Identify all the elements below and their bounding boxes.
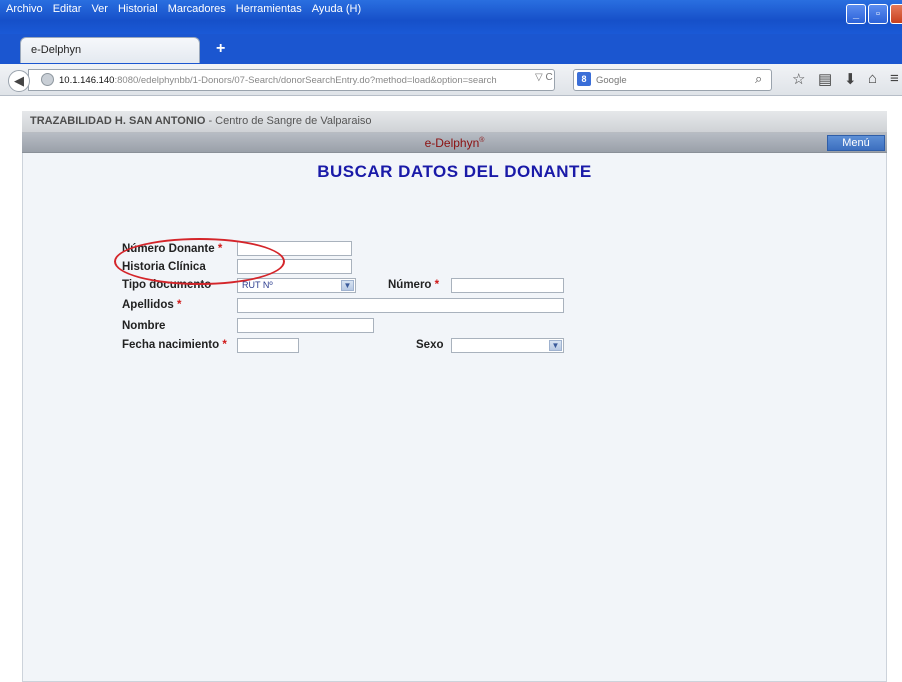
apellidos-input[interactable] [237, 298, 564, 313]
sexo-select[interactable]: ▼ [451, 338, 564, 353]
fecha-nacimiento-input[interactable] [237, 338, 299, 353]
new-tab-button[interactable]: + [216, 40, 225, 58]
nombre-input[interactable] [237, 318, 374, 333]
browser-tab[interactable]: e-Delphyn [20, 37, 200, 63]
browser-title-bar: Archivo Editar Ver Historial Marcadores … [0, 0, 902, 34]
required-marker: * [222, 339, 227, 351]
menu-editar[interactable]: Editar [53, 3, 82, 19]
menu-button[interactable]: Menú [827, 135, 885, 151]
maximize-icon[interactable]: ▫ [868, 4, 888, 24]
menu-marcadores[interactable]: Marcadores [168, 3, 226, 19]
fecha-nacimiento-label: Fecha nacimiento * [122, 339, 227, 351]
search-engine-icon[interactable]: 8 [577, 72, 591, 86]
download-icon[interactable]: ⬇ [844, 70, 857, 88]
required-marker: * [434, 279, 440, 291]
registered-mark: ® [479, 137, 485, 144]
back-arrow-icon[interactable]: ◀ [8, 70, 30, 92]
page-title: BUSCAR DATOS DEL DONANTE [317, 162, 592, 181]
reload-icon[interactable]: ▽ C [535, 72, 553, 83]
numero-label: Número * [388, 279, 439, 291]
minimize-icon[interactable]: _ [846, 4, 866, 24]
hamburger-menu-icon[interactable]: ≡ [890, 70, 899, 87]
nombre-label: Nombre [122, 320, 166, 332]
product-bar: e-Delphyn® [22, 133, 887, 153]
tipo-documento-selected: RUT Nº [242, 280, 273, 290]
tab-title: e-Delphyn [31, 44, 82, 56]
apellidos-label-text: Apellidos [122, 299, 174, 311]
numero-label-text: Número [388, 279, 432, 291]
search-icon[interactable]: ⌕ [755, 71, 762, 87]
menu-ver[interactable]: Ver [91, 3, 108, 19]
menu-historial[interactable]: Historial [118, 3, 158, 19]
close-icon[interactable] [890, 4, 902, 24]
url-bar[interactable]: 10.1.146.140:8080/edelphynbb/1-Donors/07… [28, 69, 555, 91]
tipo-documento-select[interactable]: RUT Nº ▼ [237, 278, 356, 293]
chevron-down-icon: ▼ [549, 340, 562, 351]
apellidos-label: Apellidos * [122, 299, 181, 311]
product-name: e-Delphyn [424, 136, 480, 150]
organization-subtitle: - Centro de Sangre de Valparaiso [205, 115, 372, 127]
menu-herramientas[interactable]: Herramientas [236, 3, 302, 19]
required-marker: * [176, 299, 182, 311]
organization-name: TRAZABILIDAD H. SAN ANTONIO [30, 115, 206, 127]
numero-input[interactable] [451, 278, 564, 293]
url-host: 10.1.146.140 [59, 75, 115, 86]
annotation-ellipse [114, 238, 285, 285]
menu-ayuda[interactable]: Ayuda (H) [312, 3, 361, 19]
bookmark-star-icon[interactable]: ☆ [792, 70, 805, 88]
page-content [22, 111, 887, 682]
window-controls: _ ▫ [844, 4, 902, 24]
sexo-label: Sexo [416, 339, 444, 351]
url-path: :8080/edelphynbb/1-Donors/07-Search/dono… [114, 75, 497, 86]
search-bar[interactable]: Google [573, 69, 772, 91]
app-header: TRAZABILIDAD H. SAN ANTONIO - Centro de … [22, 111, 887, 133]
menu-archivo[interactable]: Archivo [6, 3, 43, 19]
search-placeholder: Google [596, 75, 627, 86]
fecha-nacimiento-label-text: Fecha nacimiento [122, 339, 220, 351]
bookmarks-list-icon[interactable]: ▤ [818, 70, 832, 88]
chevron-down-icon: ▼ [341, 280, 354, 291]
globe-icon [41, 73, 54, 86]
home-icon[interactable]: ⌂ [868, 70, 877, 87]
browser-menu-bar: Archivo Editar Ver Historial Marcadores … [0, 3, 365, 19]
